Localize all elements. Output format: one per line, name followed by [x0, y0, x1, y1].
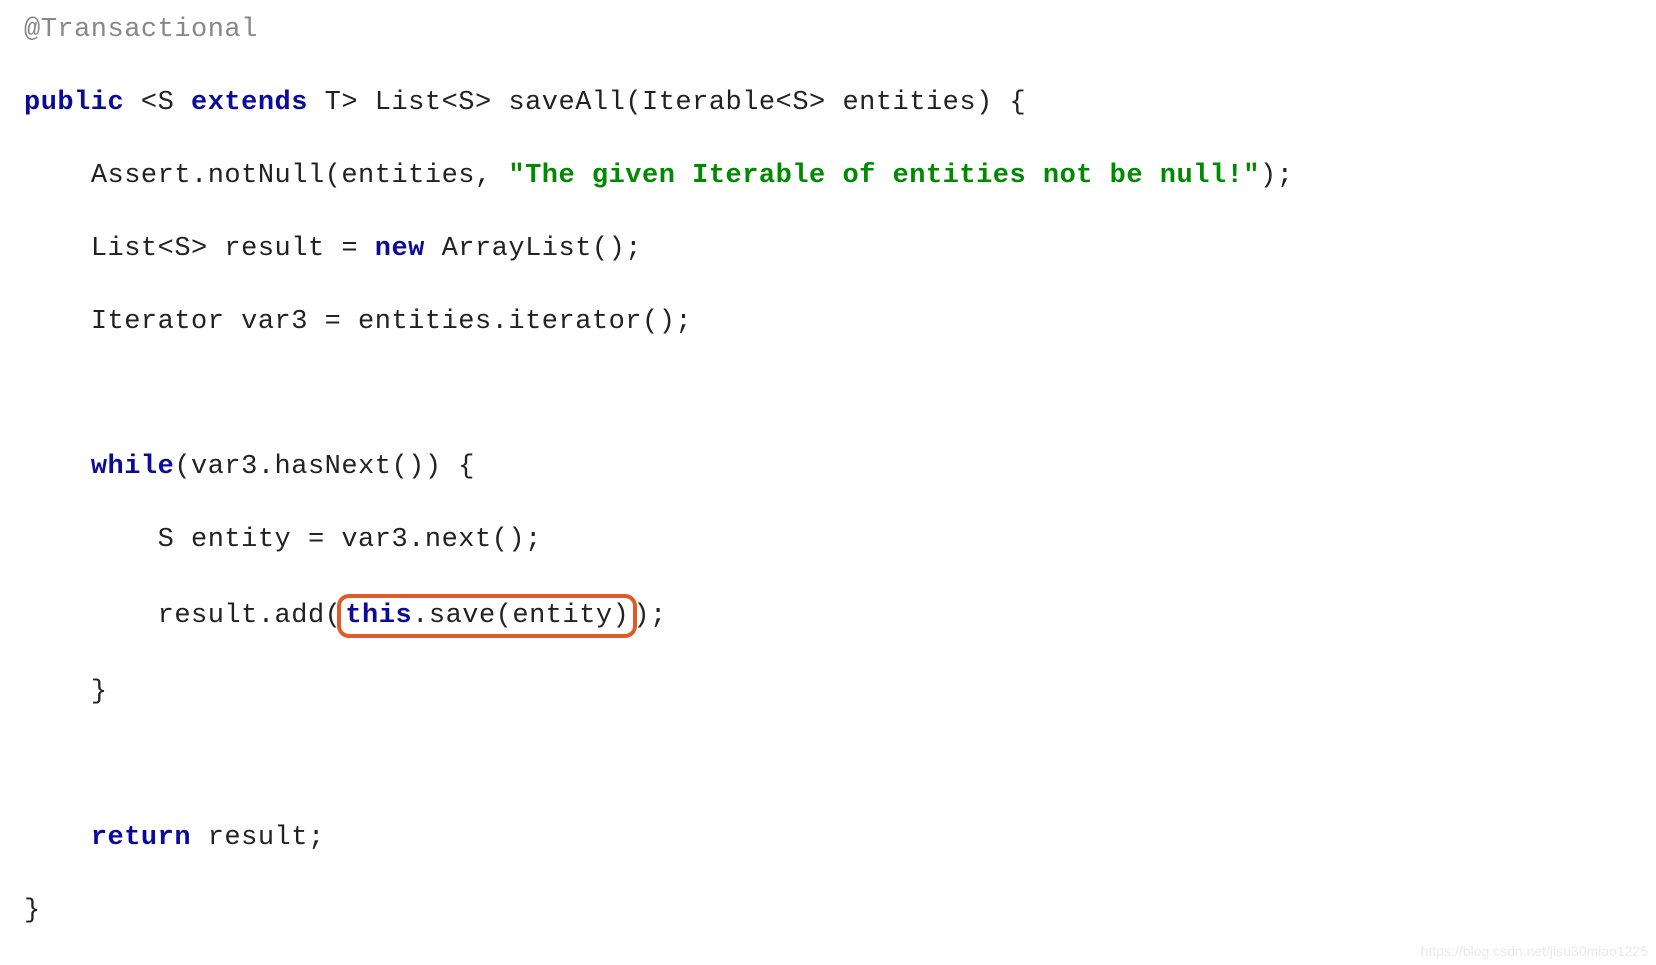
code-line-close-method: }: [24, 893, 1656, 929]
annotation-transactional: @Transactional: [24, 15, 258, 45]
highlighted-this-save: this.save(entity): [337, 594, 637, 638]
code-line-iter-decl: Iterator var3 = entities.iterator();: [24, 304, 1656, 340]
iterator-decl: Iterator var3 = entities.iterator();: [91, 307, 692, 337]
code-block: @Transactional public <S extends T> List…: [24, 12, 1656, 965]
code-line-blank-2: [24, 747, 1656, 783]
entity-assign: S entity = var3.next();: [158, 525, 542, 555]
watermark-text: https://blog.csdn.net/jisu30miao1225: [1421, 942, 1648, 961]
arraylist-call: ArrayList();: [425, 234, 642, 264]
assert-end: );: [1260, 161, 1293, 191]
while-cond: (var3.hasNext()) {: [174, 452, 475, 482]
param-type: (Iterable<S>: [625, 88, 842, 118]
keyword-return: return: [91, 823, 191, 853]
code-line-annotation: @Transactional: [24, 12, 1656, 48]
keyword-this: this: [345, 601, 412, 631]
result-add-post: );: [633, 601, 666, 631]
assert-call: Assert.notNull(entities,: [91, 161, 509, 191]
keyword-public: public: [24, 88, 124, 118]
code-line-list-decl: List<S> result = new ArrayList();: [24, 231, 1656, 267]
param-name: entities) {: [842, 88, 1026, 118]
keyword-extends: extends: [191, 88, 308, 118]
code-line-while: while(var3.hasNext()) {: [24, 449, 1656, 485]
generic-s: <S: [141, 88, 191, 118]
code-line-assert: Assert.notNull(entities, "The given Iter…: [24, 158, 1656, 194]
save-call: .save(entity): [412, 601, 629, 631]
string-literal: "The given Iterable of entities not be n…: [508, 161, 1260, 191]
result-add-pre: result.add(: [158, 601, 342, 631]
close-while-brace: }: [91, 677, 108, 707]
generic-t: T>: [325, 88, 375, 118]
code-line-result-add: result.add(this.save(entity));: [24, 595, 1656, 637]
method-name: saveAll: [508, 88, 625, 118]
code-line-return: return result;: [24, 820, 1656, 856]
close-method-brace: }: [24, 896, 41, 926]
code-line-signature: public <S extends T> List<S> saveAll(Ite…: [24, 85, 1656, 121]
code-line-blank-1: [24, 376, 1656, 412]
list-decl-left: List<S> result =: [91, 234, 375, 264]
code-line-close-while: }: [24, 674, 1656, 710]
keyword-new: new: [375, 234, 425, 264]
return-value: result;: [191, 823, 325, 853]
keyword-while: while: [91, 452, 175, 482]
code-line-entity-assign: S entity = var3.next();: [24, 522, 1656, 558]
return-type: List<S>: [375, 88, 509, 118]
